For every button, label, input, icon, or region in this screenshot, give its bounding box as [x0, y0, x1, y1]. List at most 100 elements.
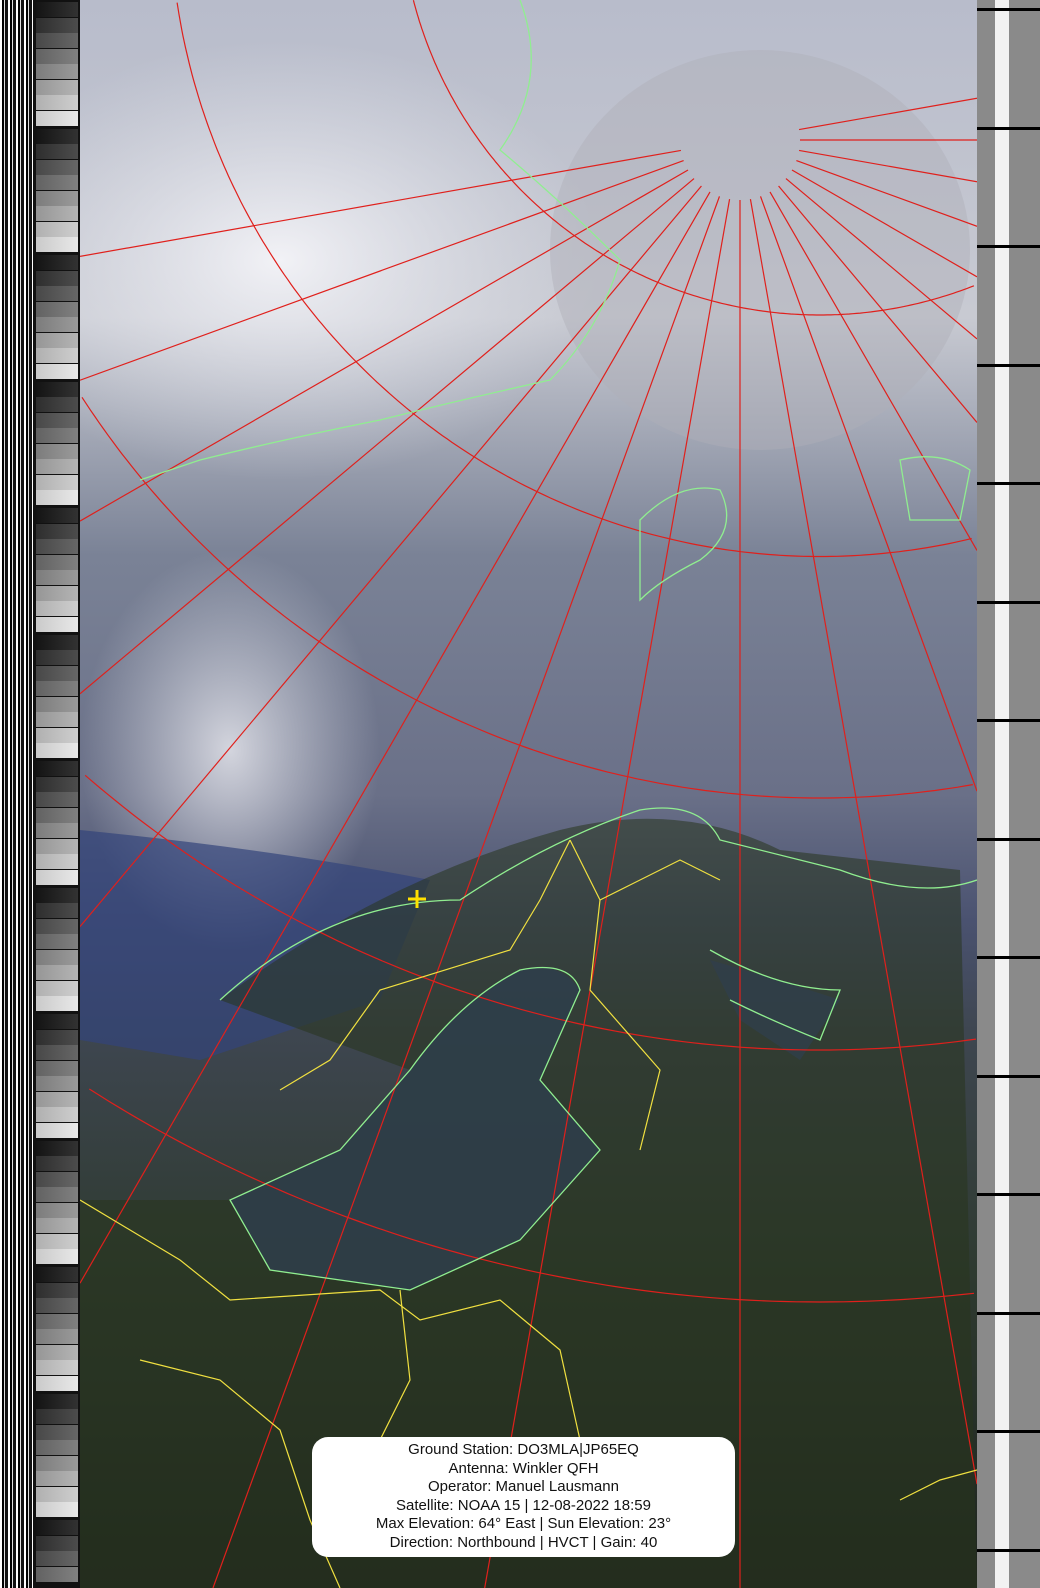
wedge-step [36, 1202, 78, 1218]
telemetry-frame-line [977, 956, 1040, 959]
wedge-step [36, 286, 78, 301]
antenna-label: Antenna: Winkler QFH [448, 1459, 599, 1477]
wedge-step [36, 1393, 78, 1409]
wedge-step [36, 1360, 78, 1375]
wedge-step [36, 634, 78, 650]
telemetry-frame-line [977, 363, 1040, 367]
wedge-step [36, 681, 78, 696]
wedge-step [36, 1298, 78, 1313]
wedge-step [36, 33, 78, 48]
wedge-step [36, 650, 78, 665]
wedge-step [36, 1535, 78, 1551]
satellite-map [80, 0, 977, 1588]
wedge-step [36, 887, 78, 903]
wedge-step [36, 601, 78, 616]
wedge-step [36, 712, 78, 727]
wedge-step [36, 823, 78, 838]
telemetry-frame-line [977, 482, 1040, 485]
wedge-step [36, 221, 78, 237]
operator-label: Operator: Manuel Lausmann [428, 1478, 619, 1496]
wedge-step [36, 1455, 78, 1471]
wedge-step [36, 1076, 78, 1091]
wedge-step [36, 1122, 78, 1138]
ground-station-label: Ground Station: DO3MLA|JP65EQ [408, 1441, 639, 1458]
wedge-step [36, 1520, 78, 1535]
telemetry-frame-line [977, 245, 1040, 248]
wedge-step [36, 1014, 78, 1029]
satellite-image-view: Ground Station: DO3MLA|JP65EQ Antenna: W… [0, 0, 1040, 1588]
wedge-step [36, 381, 78, 397]
wedge-step [36, 934, 78, 949]
wedge-step [36, 1502, 78, 1517]
wedge-step [36, 255, 78, 270]
telemetry-frame-line [977, 1430, 1040, 1433]
wedge-step [36, 95, 78, 110]
pass-info-box: Ground Station: DO3MLA|JP65EQ Antenna: W… [312, 1437, 735, 1557]
wedge-step [36, 1140, 78, 1156]
wedge-step [36, 1091, 78, 1107]
wedge-step [36, 1107, 78, 1122]
wedge-step [36, 616, 78, 632]
wedge-step [36, 1471, 78, 1486]
wedge-step [36, 1440, 78, 1455]
wedge-step [36, 110, 78, 126]
wedge-step [36, 1218, 78, 1233]
wedge-step [36, 397, 78, 412]
wedge-step [36, 792, 78, 807]
wedge-step [36, 696, 78, 712]
wedge-step [36, 459, 78, 474]
wedge-step [36, 1566, 78, 1582]
wedge-step [36, 1329, 78, 1344]
wedge-step [36, 508, 78, 523]
wedge-step [36, 332, 78, 348]
wedge-step [36, 776, 78, 792]
telemetry-white-column [995, 0, 1009, 1588]
wedge-step [36, 348, 78, 363]
wedge-step [36, 79, 78, 95]
wedge-step [36, 1029, 78, 1045]
wedge-step [36, 869, 78, 885]
wedge-step [36, 270, 78, 286]
wedge-step [36, 64, 78, 79]
calibration-wedges [33, 0, 80, 1588]
wedge-step [36, 17, 78, 33]
wedge-step [36, 570, 78, 585]
elevation-label: Max Elevation: 64° East | Sun Elevation:… [375, 1515, 672, 1533]
wedge-step [36, 1187, 78, 1202]
telemetry-frame-line [977, 837, 1040, 841]
wedge-step [36, 903, 78, 918]
wedge-step [36, 363, 78, 379]
telemetry-frame-line [977, 126, 1040, 130]
wedge-step [36, 1344, 78, 1360]
wedge-step [36, 838, 78, 854]
wedge-step [36, 412, 78, 428]
wedge-step [36, 1375, 78, 1391]
telemetry-frame-line [977, 600, 1040, 604]
telemetry-frame-line [977, 1074, 1040, 1078]
wedge-step [36, 585, 78, 601]
wedge-step [36, 761, 78, 776]
wedge-step [36, 854, 78, 869]
wedge-step [36, 1313, 78, 1329]
wedge-step [36, 807, 78, 823]
wedge-step [36, 443, 78, 459]
telemetry-frame-line [977, 1548, 1040, 1552]
wedge-step [36, 996, 78, 1011]
wedge-step [36, 980, 78, 996]
satellite-label: Satellite: NOAA 15 | 12-08-2022 18:59 [396, 1496, 651, 1514]
wedge-step [36, 128, 78, 144]
telemetry-strip [977, 0, 1040, 1588]
wedge-step [36, 1282, 78, 1298]
wedge-step [36, 1424, 78, 1440]
wedge-step [36, 490, 78, 505]
wedge-step [36, 301, 78, 317]
wedge-step [36, 727, 78, 743]
wedge-step [36, 539, 78, 554]
wedge-step [36, 48, 78, 64]
wedge-step [36, 965, 78, 980]
wedge-step [36, 554, 78, 570]
wedge-step [36, 1060, 78, 1076]
wedge-step [36, 144, 78, 159]
direction-label: Direction: Northbound | HVCT | Gain: 40 [389, 1533, 658, 1551]
wedge-step [36, 317, 78, 332]
